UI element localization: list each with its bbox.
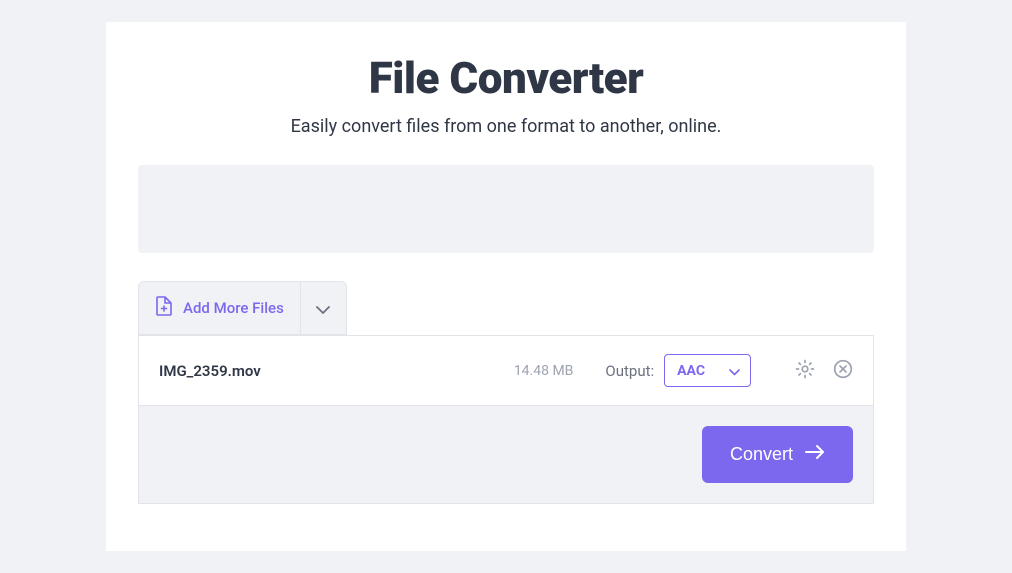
settings-button[interactable] (795, 359, 815, 383)
file-size: 14.48 MB (514, 363, 574, 379)
add-files-dropdown-button[interactable] (301, 281, 347, 335)
file-name: IMG_2359.mov (159, 362, 514, 380)
output-format-select[interactable]: AAC (664, 354, 751, 387)
output-format-value: AAC (677, 363, 705, 379)
file-row: IMG_2359.mov 14.48 MB Output: AAC (138, 335, 874, 406)
add-more-files-label: Add More Files (183, 299, 284, 317)
arrow-right-icon (805, 444, 825, 465)
add-more-files-button[interactable]: Add More Files (138, 281, 301, 335)
close-circle-icon (833, 359, 853, 383)
chevron-down-icon (729, 361, 740, 380)
ad-banner (138, 165, 874, 253)
output-label: Output: (605, 362, 654, 380)
convert-button-label: Convert (730, 444, 793, 465)
page-title: File Converter (106, 52, 906, 104)
remove-file-button[interactable] (833, 359, 853, 383)
convert-button[interactable]: Convert (702, 426, 853, 483)
file-plus-icon (155, 296, 173, 320)
gear-icon (795, 359, 815, 383)
chevron-down-icon (316, 299, 330, 318)
page-subtitle: Easily convert files from one format to … (106, 116, 906, 137)
